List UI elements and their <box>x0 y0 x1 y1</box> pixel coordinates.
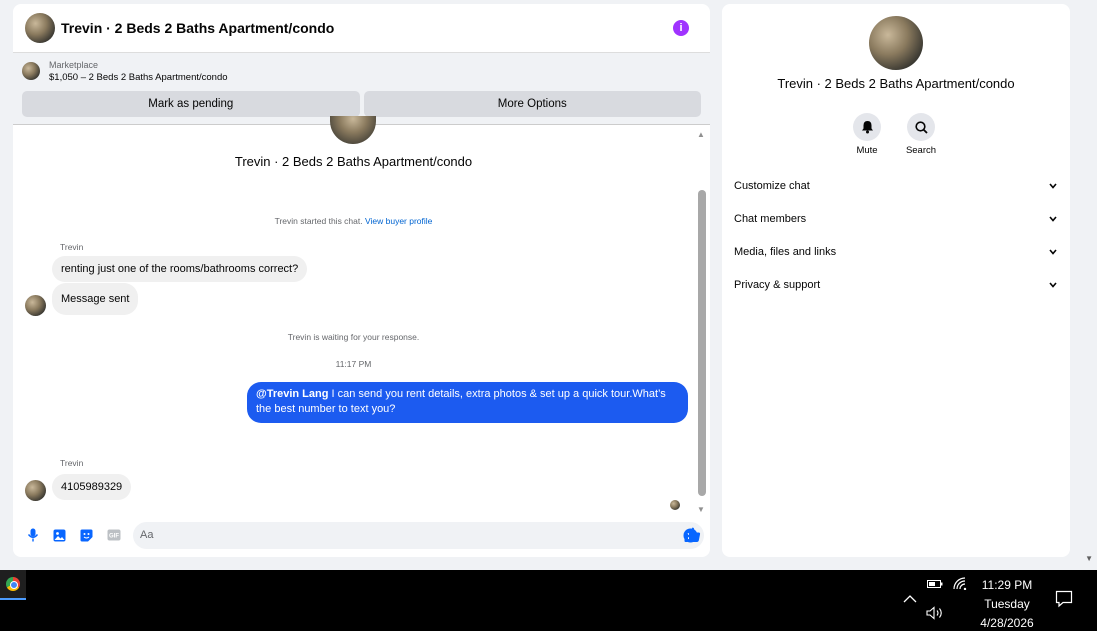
search-button[interactable]: Search <box>901 113 941 156</box>
message-bubble[interactable]: 4105989329 <box>52 474 132 500</box>
message-input-placeholder: Aa <box>140 529 154 541</box>
message-timestamp: 11:17 PM <box>335 359 372 369</box>
conversation-title: Trevin · 2 Beds 2 Baths Apartment/condo <box>234 154 473 169</box>
message-input[interactable]: Aa <box>133 521 704 549</box>
media-files-links-section[interactable]: Media, files and links <box>734 235 1058 268</box>
marketplace-banner: Marketplace $1,050 – 2 Beds 2 Baths Apar… <box>13 53 710 125</box>
sticker-icon[interactable] <box>80 528 94 542</box>
chat-started-text: Trevin started this chat. <box>274 216 363 226</box>
gif-label: GIF <box>109 534 119 540</box>
message-composer: GIF Aa <box>13 513 710 557</box>
chevron-down-icon[interactable] <box>1048 247 1058 257</box>
message-bubble[interactable]: Message sent <box>52 283 139 315</box>
bell-icon[interactable] <box>853 113 881 141</box>
read-receipt-avatar <box>670 500 680 510</box>
clock-day: Tuesday <box>984 597 1030 611</box>
more-options-button[interactable]: More Options <box>363 91 701 117</box>
section-label: Chat members <box>734 212 807 225</box>
chrome-icon <box>6 577 20 591</box>
section-label: Customize chat <box>734 179 810 192</box>
search-icon[interactable] <box>907 113 935 141</box>
notification-center-icon[interactable] <box>1055 590 1073 608</box>
scroll-thumb[interactable] <box>698 190 706 496</box>
privacy-support-section[interactable]: Privacy & support <box>734 268 1058 301</box>
battery-icon[interactable] <box>927 578 943 593</box>
listing-thumbnail[interactable] <box>22 62 40 80</box>
thumbs-up-icon[interactable] <box>684 526 701 543</box>
mention[interactable]: @Trevin Lang <box>256 388 328 400</box>
scroll-up-arrow-icon[interactable]: ▲ <box>697 130 705 139</box>
taskbar: 11:29 PM Tuesday 4/28/2026 <box>0 570 1097 631</box>
listing-info: Marketplace $1,050 – 2 Beds 2 Baths Apar… <box>49 59 228 85</box>
chat-header: Trevin · 2 Beds 2 Baths Apartment/condo … <box>13 4 710 53</box>
info-avatar[interactable] <box>869 16 923 70</box>
chat-info-panel: Trevin · 2 Beds 2 Baths Apartment/condo … <box>722 4 1070 557</box>
chat-members-section[interactable]: Chat members <box>734 202 1058 235</box>
outgoing-message-bubble[interactable]: @Trevin Lang I can send you rent details… <box>247 382 688 423</box>
info-icon[interactable]: i <box>673 20 689 36</box>
view-buyer-profile-link[interactable]: View buyer profile <box>365 216 432 226</box>
section-label: Privacy & support <box>734 278 821 291</box>
sender-avatar[interactable] <box>25 480 46 501</box>
message-sender: Trevin <box>60 242 84 252</box>
message-bubble[interactable]: renting just one of the rooms/bathrooms … <box>52 256 308 282</box>
chevron-down-icon[interactable] <box>1048 214 1058 224</box>
chat-title[interactable]: Trevin · 2 Beds 2 Baths Apartment/condo <box>61 20 673 36</box>
info-title[interactable]: Trevin · 2 Beds 2 Baths Apartment/condo <box>722 76 1070 91</box>
message-list: Trevin · 2 Beds 2 Baths Apartment/condo … <box>13 116 710 517</box>
gif-icon[interactable]: GIF <box>107 528 121 542</box>
image-icon[interactable] <box>53 528 67 542</box>
system-clock[interactable]: 11:29 PM Tuesday 4/28/2026 <box>978 576 1036 631</box>
sender-avatar[interactable] <box>25 295 46 316</box>
mute-button[interactable]: Mute <box>847 113 887 156</box>
message-scrollbar[interactable]: ▲ ▼ <box>696 130 706 514</box>
page-scroll-down-arrow-icon[interactable]: ▼ <box>1085 554 1093 563</box>
chat-started-note: Trevin started this chat. View buyer pro… <box>13 216 694 226</box>
clock-date: 4/28/2026 <box>980 616 1034 630</box>
conversation-avatar <box>330 116 376 144</box>
show-hidden-icons-chevron-icon[interactable] <box>903 592 917 606</box>
chevron-down-icon[interactable] <box>1048 280 1058 290</box>
clock-time: 11:29 PM <box>981 578 1033 592</box>
chat-panel: Trevin · 2 Beds 2 Baths Apartment/condo … <box>13 4 710 557</box>
message-sender: Trevin <box>60 458 84 468</box>
chevron-down-icon[interactable] <box>1048 181 1058 191</box>
wifi-icon[interactable] <box>952 576 968 593</box>
chrome-taskbar-button[interactable] <box>0 570 26 600</box>
listing-title[interactable]: $1,050 – 2 Beds 2 Baths Apartment/condo <box>49 71 228 85</box>
customize-chat-section[interactable]: Customize chat <box>734 169 1058 202</box>
volume-icon[interactable] <box>926 606 944 623</box>
mark-as-pending-button[interactable]: Mark as pending <box>22 91 360 117</box>
microphone-icon[interactable] <box>26 528 40 542</box>
search-label: Search <box>905 145 937 156</box>
listing-actions: Mark as pending More Options <box>22 91 701 117</box>
mute-label: Mute <box>856 145 878 156</box>
chat-avatar[interactable] <box>25 13 55 43</box>
section-label: Media, files and links <box>734 245 837 258</box>
waiting-note: Trevin is waiting for your response. <box>287 332 420 342</box>
marketplace-label: Marketplace <box>49 60 99 70</box>
